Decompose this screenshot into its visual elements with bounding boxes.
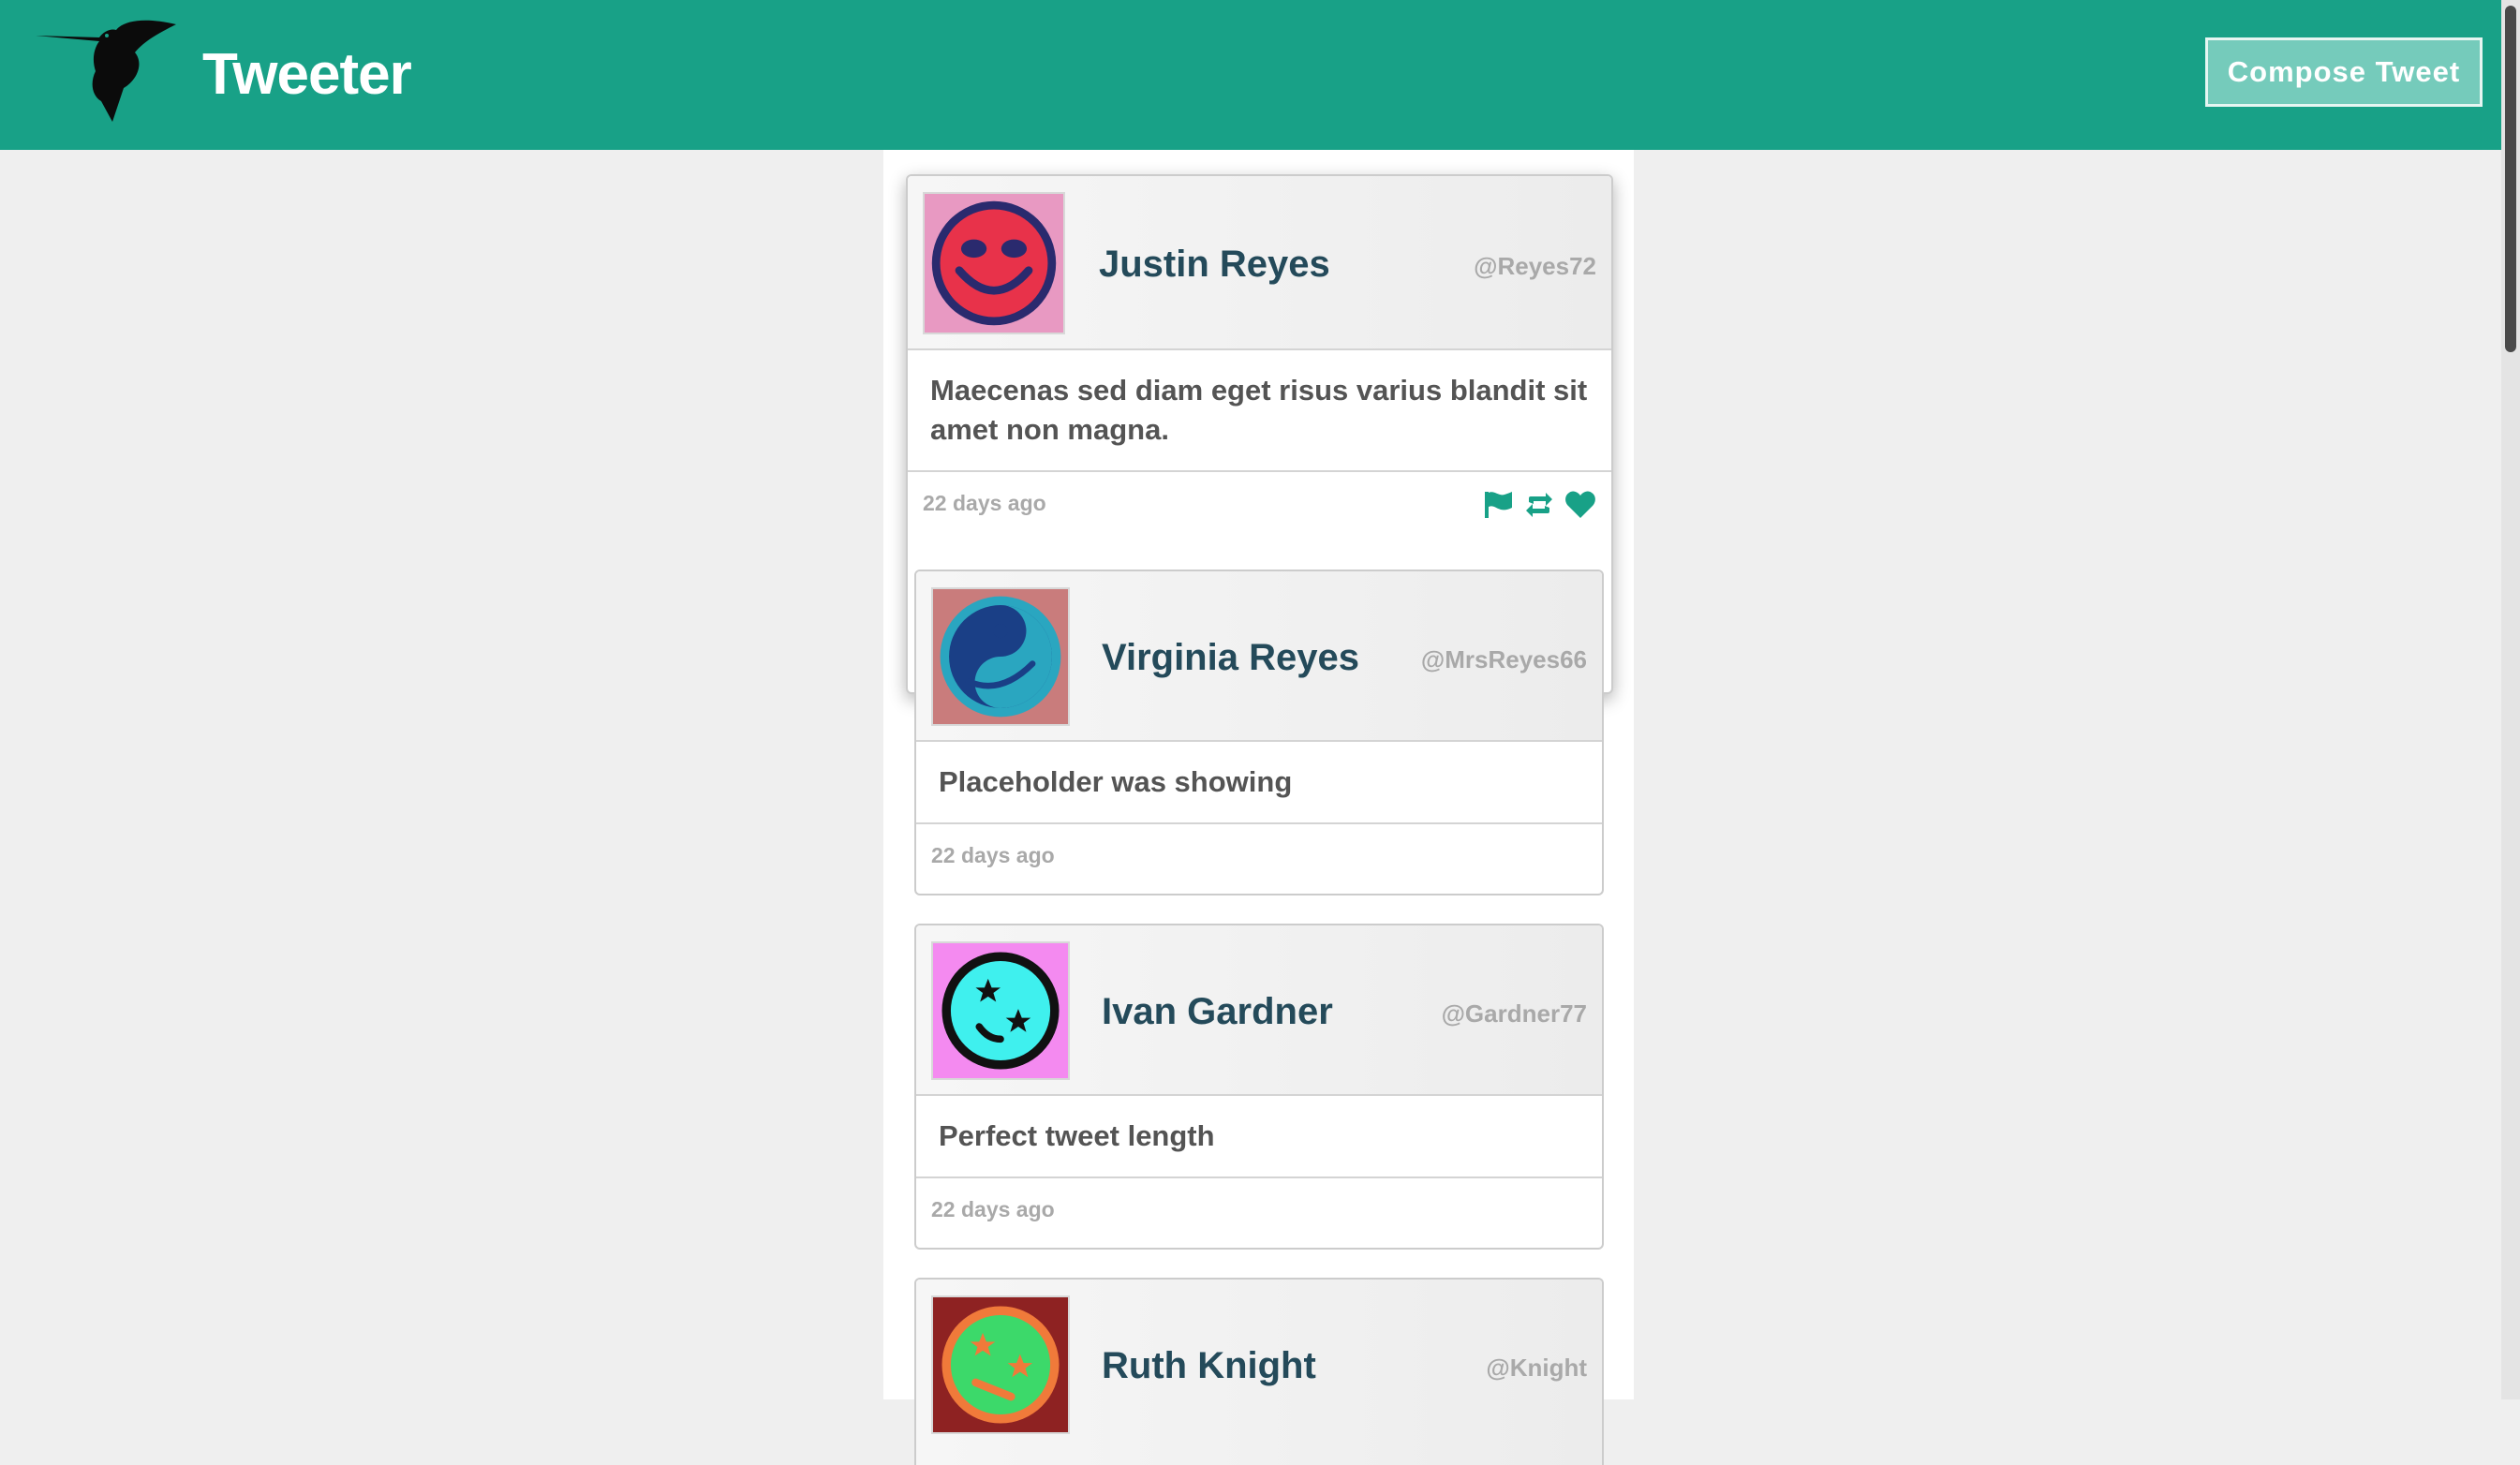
tweet-actions: [1482, 489, 1596, 521]
tweet-author-name[interactable]: Virginia Reyes: [1102, 631, 1359, 684]
page-scrollbar[interactable]: [2501, 0, 2520, 1399]
tweet-author-handle[interactable]: @Gardner77: [1442, 997, 1587, 1030]
tweet-footer: 22 days ago: [916, 824, 1602, 890]
top-navigation-bar: Tweeter Compose Tweet: [0, 0, 2520, 150]
compose-tweet-button[interactable]: Compose Tweet: [2205, 37, 2483, 107]
tweet-author-handle[interactable]: @Knight: [1486, 1351, 1587, 1384]
heart-icon[interactable]: [1564, 489, 1596, 521]
scrollbar-thumb[interactable]: [2505, 6, 2516, 352]
tweet-card[interactable]: Virginia Reyes @MrsReyes66 Placeholder w…: [914, 570, 1604, 895]
smiley-face-avatar-icon: [923, 192, 1065, 334]
tweet-header: Virginia Reyes @MrsReyes66: [916, 571, 1602, 742]
flag-icon[interactable]: [1482, 489, 1514, 521]
tweet-author-name[interactable]: Ivan Gardner: [1102, 985, 1333, 1038]
tweet-header: Ivan Gardner @Gardner77: [916, 925, 1602, 1096]
retweet-icon[interactable]: [1523, 489, 1555, 521]
tweet-author-handle[interactable]: @Reyes72: [1474, 249, 1596, 283]
tweet-footer: 22 days ago: [908, 472, 1611, 538]
tweet-card[interactable]: Ruth Knight @Knight: [914, 1278, 1604, 1465]
tweet-header: Justin Reyes @Reyes72: [908, 176, 1611, 350]
tweet-feed: Justin Reyes @Reyes72 Maecenas sed diam …: [883, 150, 1634, 1465]
tweet-timestamp: 22 days ago: [923, 491, 1046, 515]
brand-title[interactable]: Tweeter: [202, 37, 412, 112]
tweet-footer: 22 days ago: [916, 1178, 1602, 1244]
tweet-author-name[interactable]: Ruth Knight: [1102, 1339, 1316, 1392]
hummingbird-icon[interactable]: [34, 11, 184, 124]
tweet-card[interactable]: Ivan Gardner @Gardner77 Perfect tweet le…: [914, 924, 1604, 1250]
tweet-author-handle[interactable]: @MrsReyes66: [1421, 643, 1587, 676]
tweet-text: Maecenas sed diam eget risus varius blan…: [908, 350, 1611, 472]
tweet-timestamp: 22 days ago: [931, 843, 1055, 867]
tweet-author-name[interactable]: Justin Reyes: [1099, 238, 1330, 290]
tweet-text: Placeholder was showing: [916, 742, 1602, 824]
tweet-text: Perfect tweet length: [916, 1096, 1602, 1178]
yin-yang-face-avatar-icon: [931, 587, 1070, 726]
tweet-header: Ruth Knight @Knight: [916, 1280, 1602, 1465]
tweet-timestamp: 22 days ago: [931, 1197, 1055, 1221]
star-eyes-face-avatar-icon: [931, 1295, 1070, 1434]
star-eyes-face-avatar-icon: [931, 941, 1070, 1080]
